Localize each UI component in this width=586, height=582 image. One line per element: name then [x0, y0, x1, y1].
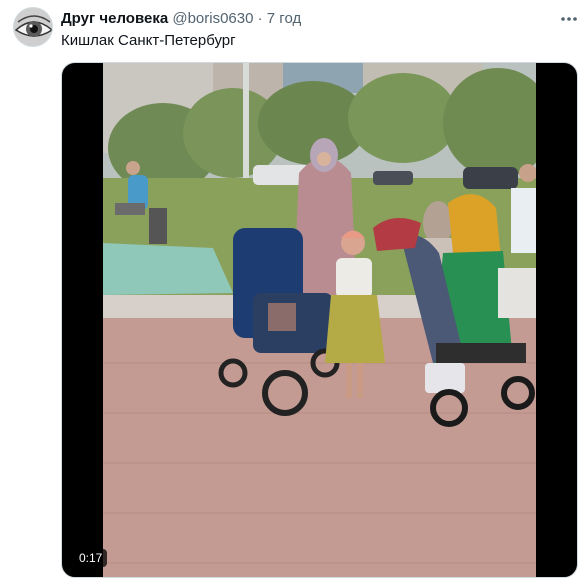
author-name[interactable]: Друг человека: [61, 10, 168, 27]
video-duration-badge: 0:17: [74, 549, 108, 567]
tweet-time[interactable]: 7 год: [267, 10, 301, 27]
author-avatar[interactable]: [13, 7, 53, 47]
avatar-eye-image: [14, 8, 52, 46]
header-separator: ·: [257, 10, 263, 27]
tweet-header: Друг человека @boris0630 · 7 год: [61, 9, 301, 29]
video-player[interactable]: 0:17: [61, 62, 578, 578]
more-horizontal-icon: [561, 17, 577, 21]
tweet-text: Кишлак Санкт-Петербург: [61, 32, 236, 49]
video-frame-image: [103, 63, 536, 577]
tweet[interactable]: Друг человека @boris0630 · 7 год Кишлак …: [0, 0, 586, 582]
more-options-button[interactable]: [558, 9, 580, 29]
author-handle[interactable]: @boris0630: [172, 10, 253, 27]
